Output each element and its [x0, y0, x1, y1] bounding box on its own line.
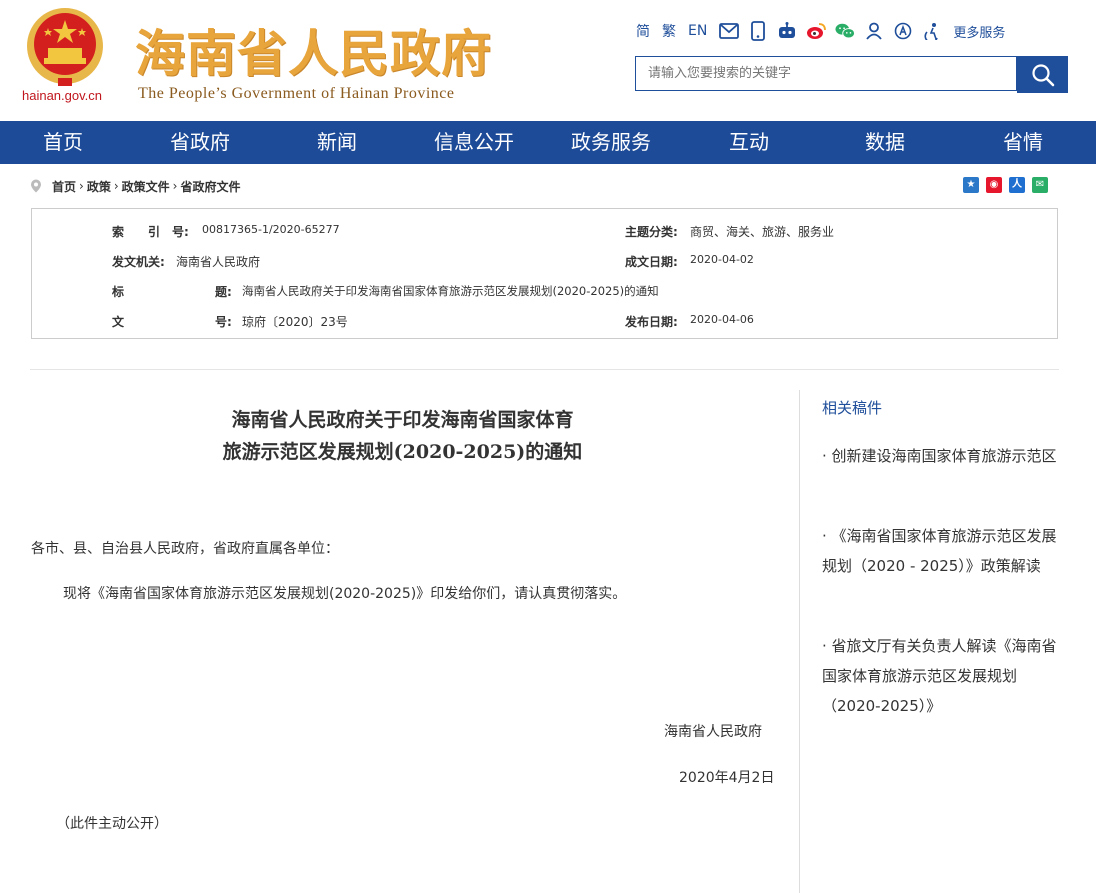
- title-value: 海南省人民政府关于印发海南省国家体育旅游示范区发展规划(2020-2025)的通…: [242, 284, 659, 298]
- top-links: 简 繁 EN 更多服务: [636, 20, 1005, 42]
- doc-number-label-end: 号:: [215, 315, 232, 329]
- qzone-share-icon[interactable]: ★: [963, 177, 979, 193]
- site-subtitle: The People’s Government of Hainan Provin…: [138, 85, 455, 102]
- search-icon: [1031, 63, 1054, 86]
- nav-information-disclosure[interactable]: 信息公开: [418, 121, 530, 164]
- main-nav: 首页 省政府 新闻 信息公开 政务服务 互动 数据 省情: [0, 121, 1096, 164]
- site-domain: hainan.gov.cn: [22, 88, 102, 103]
- created-date-label: 成文日期:: [625, 255, 678, 269]
- breadcrumb-home[interactable]: 首页: [52, 178, 76, 195]
- related-article-link[interactable]: · 省旅文厅有关负责人解读《海南省国家体育旅游示范区发展规划（2020-2025…: [822, 631, 1062, 721]
- article-signature: 海南省人民政府: [664, 724, 762, 740]
- breadcrumb-policy[interactable]: 政策: [87, 178, 111, 195]
- site-title[interactable]: 海南省人民政府: [135, 14, 492, 86]
- doc-number-label-start: 文: [112, 315, 125, 329]
- nav-province-info[interactable]: 省情: [978, 121, 1068, 164]
- breadcrumb-policy-documents[interactable]: 政策文件: [122, 178, 170, 195]
- topic-value: 商贸、海关、旅游、服务业: [690, 225, 835, 239]
- user-icon[interactable]: [864, 21, 884, 41]
- topic-label: 主题分类:: [625, 225, 678, 239]
- chevron-right-icon: ›: [172, 179, 178, 193]
- title-label-end: 题:: [215, 285, 232, 299]
- related-article-link[interactable]: · 创新建设海南国家体育旅游示范区: [822, 441, 1062, 471]
- column-divider: [799, 390, 800, 893]
- weibo-icon[interactable]: [806, 21, 827, 41]
- breadcrumb: 首页 › 政策 › 政策文件 › 省政府文件: [30, 177, 241, 195]
- share-buttons: ★ ◉ 人 ✉: [963, 177, 1048, 193]
- title-label-start: 标: [112, 285, 125, 299]
- robot-icon[interactable]: [777, 21, 797, 41]
- article-body: 现将《海南省国家体育旅游示范区发展规划(2020-2025)》印发给你们，请认真…: [63, 586, 627, 602]
- article-title-line-1: 海南省人民政府关于印发海南省国家体育: [231, 409, 574, 431]
- index-value: 00817365-1/2020-65277: [202, 223, 340, 236]
- lang-english-link[interactable]: EN: [688, 23, 707, 39]
- nav-home[interactable]: 首页: [18, 121, 108, 164]
- article-date: 2020年4月2日: [679, 770, 775, 786]
- nav-data[interactable]: 数据: [840, 121, 930, 164]
- lang-simplified-link[interactable]: 简: [636, 21, 650, 41]
- index-label: 索 引 号:: [112, 225, 189, 239]
- search-box: [635, 56, 1017, 91]
- divider: [30, 369, 1059, 370]
- wechat-share-icon[interactable]: ✉: [1032, 177, 1048, 193]
- related-article-link[interactable]: · 《海南省国家体育旅游示范区发展规划（2020 - 2025）》政策解读: [822, 521, 1062, 581]
- search-input[interactable]: [636, 57, 1016, 90]
- national-emblem-logo[interactable]: [22, 6, 108, 88]
- published-date-value: 2020-04-06: [690, 313, 754, 326]
- document-meta: 索 引 号: 00817365-1/2020-65277 主题分类: 商贸、海关…: [31, 208, 1058, 339]
- issuer-value: 海南省人民政府: [176, 255, 261, 269]
- accessibility-icon[interactable]: [893, 21, 913, 41]
- breadcrumb-provincial-documents[interactable]: 省政府文件: [180, 178, 240, 195]
- wechat-icon[interactable]: [835, 21, 856, 41]
- more-services-link[interactable]: 更多服务: [953, 22, 1005, 41]
- published-date-label: 发布日期:: [625, 315, 678, 329]
- location-pin-icon: [31, 179, 41, 193]
- mobile-icon[interactable]: [748, 21, 768, 41]
- created-date-value: 2020-04-02: [690, 253, 754, 266]
- article-note: （此件主动公开）: [56, 816, 168, 832]
- issuer-label: 发文机关:: [112, 255, 165, 269]
- elderly-icon[interactable]: [922, 21, 942, 41]
- lang-traditional-link[interactable]: 繁: [662, 21, 676, 41]
- weibo-share-icon[interactable]: ◉: [986, 177, 1002, 193]
- article-title-line-2: 旅游示范区发展规划(2020-2025)的通知: [222, 441, 583, 463]
- related-articles-title: 相关稿件: [822, 399, 883, 417]
- nav-interaction[interactable]: 互动: [704, 121, 794, 164]
- nav-news[interactable]: 新闻: [292, 121, 382, 164]
- nav-government-services[interactable]: 政务服务: [555, 121, 667, 164]
- chevron-right-icon: ›: [113, 179, 119, 193]
- nav-provincial-government[interactable]: 省政府: [150, 121, 250, 164]
- doc-number-value: 琼府〔2020〕23号: [242, 315, 348, 329]
- article-title: 海南省人民政府关于印发海南省国家体育 旅游示范区发展规划(2020-2025)的…: [180, 404, 625, 468]
- search-button[interactable]: [1017, 56, 1068, 93]
- chevron-right-icon: ›: [79, 179, 84, 193]
- mail-icon[interactable]: [719, 21, 740, 41]
- people-share-icon[interactable]: 人: [1009, 177, 1025, 193]
- article-greeting: 各市、县、自治县人民政府，省政府直属各单位：: [31, 541, 339, 557]
